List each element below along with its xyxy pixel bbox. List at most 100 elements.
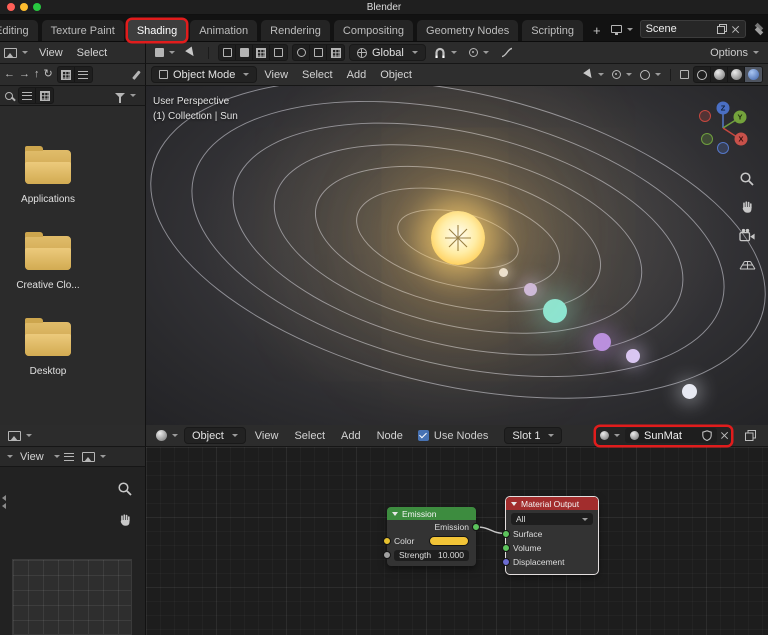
planet-object[interactable] [593, 333, 611, 351]
browse-material-button[interactable] [598, 427, 622, 445]
mode-dropdown[interactable]: Object Mode [151, 66, 258, 83]
image-browse-button[interactable] [78, 448, 110, 466]
emission-output-socket[interactable] [472, 523, 480, 531]
axis-z-negative[interactable] [717, 142, 729, 154]
tab-texture-paint[interactable]: Texture Paint [41, 20, 124, 41]
viewport-add-menu[interactable]: Add [340, 69, 374, 81]
use-nodes-toggle[interactable]: Use Nodes [417, 430, 488, 442]
file-browser-select-menu[interactable]: Select [70, 47, 115, 59]
emission-node[interactable]: Emission Emission Color Strength 10.000 [383, 507, 480, 566]
sun-object[interactable] [431, 211, 485, 265]
selectability-dropdown[interactable] [581, 66, 608, 84]
forward-icon[interactable] [19, 69, 30, 80]
collapse-icon[interactable] [7, 455, 13, 458]
strength-input-socket[interactable] [383, 551, 391, 559]
tab-geometry-nodes[interactable]: Geometry Nodes [417, 20, 519, 41]
fake-user-shield-icon[interactable] [702, 430, 712, 441]
axis-x-negative[interactable] [699, 110, 711, 122]
new-material-button[interactable] [741, 427, 760, 445]
refresh-icon[interactable] [44, 69, 53, 80]
proportional-editing-button[interactable] [465, 44, 493, 62]
collapse-triangle-icon[interactable] [511, 501, 517, 506]
planet-object[interactable] [626, 349, 640, 363]
editor-type-shader-button[interactable] [152, 427, 182, 445]
pan-tool-icon[interactable] [738, 198, 756, 216]
tab-rendering[interactable]: Rendering [261, 20, 330, 41]
output-target-dropdown[interactable]: All [511, 513, 593, 525]
zoom-tool-icon[interactable] [117, 481, 133, 500]
size-large-button[interactable] [36, 88, 53, 103]
axis-y-negative[interactable] [701, 133, 713, 145]
planet-object[interactable] [543, 299, 567, 323]
viewport-select-menu[interactable]: Select [295, 69, 340, 81]
file-browser-view-menu[interactable]: View [32, 47, 70, 59]
back-icon[interactable] [4, 69, 15, 80]
toggle-option-1[interactable] [293, 45, 310, 60]
emission-color-swatch[interactable] [429, 536, 469, 546]
shader-node-menu[interactable]: Node [370, 430, 410, 442]
planet-object[interactable] [681, 383, 697, 399]
material-output-node[interactable]: Material Output All Surface Volume Displ… [502, 497, 598, 574]
search-icon[interactable] [5, 91, 13, 100]
material-output-header[interactable]: Material Output [506, 497, 598, 510]
close-window-button[interactable] [7, 3, 15, 11]
tab-scripting[interactable]: Scripting [522, 20, 583, 41]
image-editor-canvas[interactable] [0, 467, 146, 635]
zoom-tool-icon[interactable] [738, 170, 756, 188]
falloff-curve-button[interactable] [497, 44, 517, 62]
zoom-window-button[interactable] [33, 3, 41, 11]
minimize-window-button[interactable] [20, 3, 28, 11]
scene-browse-button[interactable] [607, 20, 637, 38]
shader-select-menu[interactable]: Select [287, 430, 332, 442]
add-workspace-button[interactable]: + [587, 20, 607, 41]
image-editor-view-menu[interactable]: View [17, 451, 47, 463]
shader-type-dropdown[interactable]: Object [184, 427, 246, 444]
edit-path-button[interactable] [131, 66, 142, 84]
material-name-field[interactable]: SunMat [625, 428, 717, 443]
shader-node-editor[interactable]: Emission Emission Color Strength 10.000 [146, 447, 768, 635]
material-slot-dropdown[interactable]: Slot 1 [504, 427, 563, 444]
toggle-option-3[interactable] [327, 45, 344, 60]
viewport-view-menu[interactable]: View [257, 69, 295, 81]
snap-toggle-button[interactable] [430, 44, 461, 62]
unlink-material-icon[interactable] [720, 431, 729, 440]
pivot-option-1[interactable] [219, 45, 236, 60]
new-scene-icon[interactable] [716, 24, 727, 34]
folder-item[interactable]: Applications [0, 146, 98, 205]
display-mode-list[interactable] [75, 67, 92, 82]
parent-directory-icon[interactable] [34, 69, 40, 80]
active-tool-button[interactable] [151, 44, 179, 62]
shading-rendered-button[interactable] [745, 67, 762, 82]
unlink-scene-icon[interactable] [731, 25, 740, 34]
checkbox-checked-icon[interactable] [417, 430, 429, 441]
options-dropdown[interactable]: Options [706, 44, 763, 62]
editor-type-image-button[interactable] [4, 427, 36, 445]
pivot-option-2[interactable] [236, 45, 253, 60]
emission-node-header[interactable]: Emission [387, 507, 476, 520]
transform-orientation-dropdown[interactable]: Global [349, 44, 426, 61]
collapse-triangle-icon[interactable] [392, 511, 398, 516]
toggle-grid-icon[interactable] [738, 254, 756, 272]
size-small-button[interactable] [19, 88, 36, 103]
tab-compositing[interactable]: Compositing [333, 20, 414, 41]
display-mode-thumbnails[interactable] [58, 67, 75, 82]
planet-object[interactable] [498, 267, 508, 277]
folder-item[interactable]: Desktop [0, 318, 98, 377]
planet-object[interactable] [523, 282, 537, 296]
strength-value-field[interactable]: Strength 10.000 [394, 549, 469, 561]
viewport-object-menu[interactable]: Object [373, 69, 419, 81]
color-input-socket[interactable] [383, 537, 391, 545]
shading-material-button[interactable] [728, 67, 745, 82]
scene-selector[interactable]: Scene [639, 20, 746, 38]
editor-type-file-browser-button[interactable] [0, 44, 32, 62]
pan-tool-icon[interactable] [117, 512, 133, 531]
tab-editing[interactable]: Editing [0, 20, 38, 41]
shading-wireframe-button[interactable] [694, 67, 711, 82]
navigation-gizmo[interactable]: Z Y X [694, 98, 752, 156]
view-layer-button[interactable] [749, 20, 768, 38]
displacement-input-socket[interactable] [502, 558, 510, 566]
surface-input-socket[interactable] [502, 530, 510, 538]
camera-view-icon[interactable] [738, 226, 756, 244]
toggle-option-2[interactable] [310, 45, 327, 60]
tab-animation[interactable]: Animation [190, 20, 258, 41]
